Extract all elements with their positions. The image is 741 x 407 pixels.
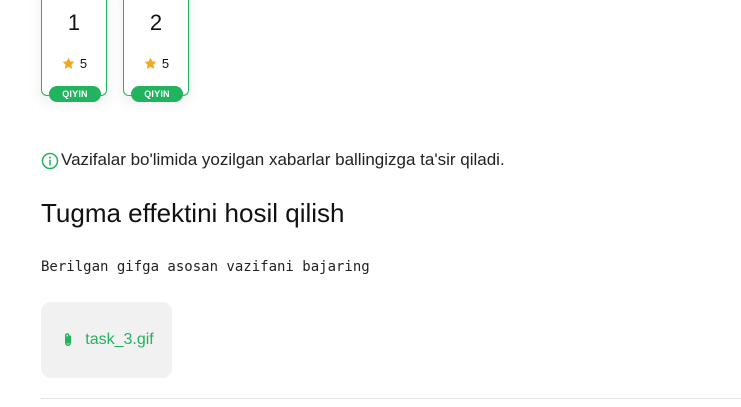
- points-value: 5: [161, 56, 170, 71]
- task-card-1[interactable]: 1 5 QIYIN: [41, 0, 107, 102]
- task-points: 5: [124, 56, 188, 71]
- task-points: 5: [42, 56, 106, 71]
- notice-message: Vazifalar bo'limida yozilgan xabarlar ba…: [41, 149, 505, 170]
- attachment-link[interactable]: task_3.gif: [41, 302, 172, 378]
- divider: [41, 398, 741, 399]
- difficulty-badge: QIYIN: [49, 86, 101, 102]
- task-number: 2: [149, 10, 163, 35]
- star-icon: [144, 57, 157, 69]
- star-icon: [62, 57, 75, 69]
- info-icon: [41, 152, 59, 170]
- difficulty-badge: QIYIN: [131, 86, 183, 102]
- task-description: Berilgan gifga asosan vazifani bajaring: [41, 259, 370, 275]
- attachment-file-name: task_3.gif: [85, 331, 154, 348]
- notice-text: Vazifalar bo'limida yozilgan xabarlar ba…: [61, 149, 505, 169]
- task-title: Tugma effektini hosil qilish: [41, 198, 345, 228]
- paperclip-icon: [65, 333, 72, 346]
- task-number: 1: [67, 10, 81, 35]
- points-value: 5: [79, 56, 88, 71]
- task-card-2[interactable]: 2 5 QIYIN: [123, 0, 189, 102]
